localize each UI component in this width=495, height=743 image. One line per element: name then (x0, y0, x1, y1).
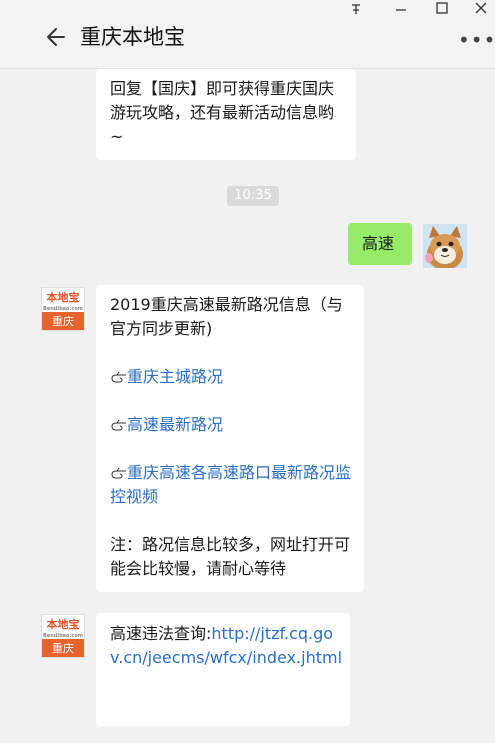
pointing-hand-icon (110, 414, 127, 431)
road-link-video[interactable]: 重庆高速各高速路口最新路况监控视频 (110, 463, 351, 506)
message-text: 回复【国庆】即可获得重庆国庆游玩攻略，还有最新活动信息哟~ (110, 79, 335, 146)
message-bubble-incoming: 2019重庆高速最新路况信息（与官方同步更新) 重庆主城路况 高速最新路况 重庆… (96, 285, 364, 592)
brand-logo: 本地宝 Bendibao.com (43, 291, 83, 312)
brand-city-label: 重庆 (42, 639, 84, 657)
message-bubble-incoming: 高速违法查询:http://jtzf.cq.gov.cn/jeecms/wfcx… (96, 613, 350, 726)
more-options-icon[interactable]: ••• (458, 30, 495, 50)
message-text: 2019重庆高速最新路况信息（与官方同步更新) (110, 295, 343, 338)
message-text: 高速违法查询: (110, 624, 212, 643)
message-bubble-incoming: 回复【国庆】即可获得重庆国庆游玩攻略，还有最新活动信息哟~ (96, 69, 356, 160)
pin-icon[interactable] (349, 2, 363, 21)
official-account-avatar[interactable]: 本地宝 Bendibao.com 重庆 (41, 614, 85, 658)
timestamp: 10:35 (227, 186, 279, 206)
back-arrow-icon[interactable] (44, 24, 70, 50)
link-row: 重庆高速各高速路口最新路况监控视频 (110, 461, 354, 509)
message-bubble-outgoing: 高速 (348, 223, 412, 265)
minimize-icon[interactable] (394, 2, 408, 21)
message-text: 高速 (362, 234, 395, 253)
chat-title: 重庆本地宝 (80, 25, 185, 49)
title-bar: 重庆本地宝 ••• (0, 0, 495, 69)
close-icon[interactable] (474, 1, 488, 20)
message-note: 注：路况信息比较多，网址打开可能会比较慢，请耐心等待 (110, 535, 351, 578)
link-row: 高速最新路况 (110, 413, 354, 437)
brand-logo: 本地宝 Bendibao.com (43, 618, 83, 639)
pointing-hand-icon (110, 462, 127, 479)
brand-city-label: 重庆 (42, 312, 84, 330)
maximize-icon[interactable] (435, 1, 449, 20)
road-link-main-city[interactable]: 重庆主城路况 (127, 367, 223, 386)
link-row: 重庆主城路况 (110, 365, 354, 389)
road-link-highway[interactable]: 高速最新路况 (127, 415, 223, 434)
pointing-hand-icon (110, 366, 127, 383)
user-avatar[interactable] (423, 224, 467, 268)
official-account-avatar[interactable]: 本地宝 Bendibao.com 重庆 (41, 287, 85, 331)
